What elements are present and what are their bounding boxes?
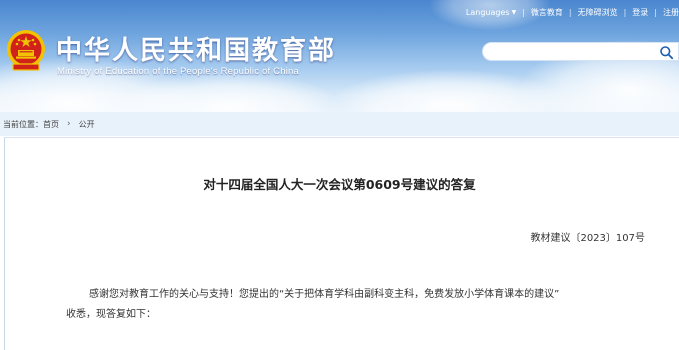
link-register[interactable]: 注册: [663, 7, 679, 18]
national-emblem-icon: [7, 30, 45, 71]
topbar-separator: |: [654, 7, 657, 17]
document-number: 教材建议〔2023〕107号: [530, 233, 645, 244]
topbar-separator: |: [568, 7, 572, 17]
site-header: 中华人民共和国教育部 Ministry of Education of the …: [0, 0, 679, 112]
link-accessibility[interactable]: 无障碍浏览: [578, 7, 618, 18]
chevron-down-icon: ▼: [511, 8, 517, 16]
topbar-separator: |: [522, 7, 525, 17]
top-utility-bar: Languages ▼ | 微言教育 | 无障碍浏览 | 登录 | 注册: [466, 4, 679, 20]
site-subtitle-english: Ministry of Education of the People's Re…: [57, 66, 299, 77]
search-input[interactable]: [493, 44, 657, 61]
article-paragraph-line: 感谢您对教育工作的关心与支持！您提出的“关于把体育学科由副科变主科，免费发放小学…: [89, 289, 560, 300]
article-title: 对十四届全国人大一次会议第0609号建议的答复: [203, 177, 476, 192]
breadcrumb-item-public[interactable]: 公开: [79, 119, 95, 130]
chevron-right-icon: ›: [67, 119, 71, 129]
search-icon[interactable]: [659, 45, 674, 60]
breadcrumb-label: 当前位置：: [3, 119, 43, 129]
breadcrumb: 当前位置： 首页 › 公开: [0, 112, 679, 136]
site-title: 中华人民共和国教育部: [56, 36, 337, 66]
article-paragraph-line: 收悉，现答复如下：: [66, 309, 156, 320]
languages-dropdown[interactable]: Languages ▼: [466, 8, 516, 17]
search-box: [482, 42, 679, 61]
link-login[interactable]: 登录: [632, 7, 648, 18]
link-weiyan-jiaoyu[interactable]: 微言教育: [531, 7, 563, 18]
breadcrumb-item-home[interactable]: 首页: [43, 119, 59, 130]
topbar-separator: |: [623, 7, 627, 17]
languages-label: Languages: [465, 7, 510, 17]
